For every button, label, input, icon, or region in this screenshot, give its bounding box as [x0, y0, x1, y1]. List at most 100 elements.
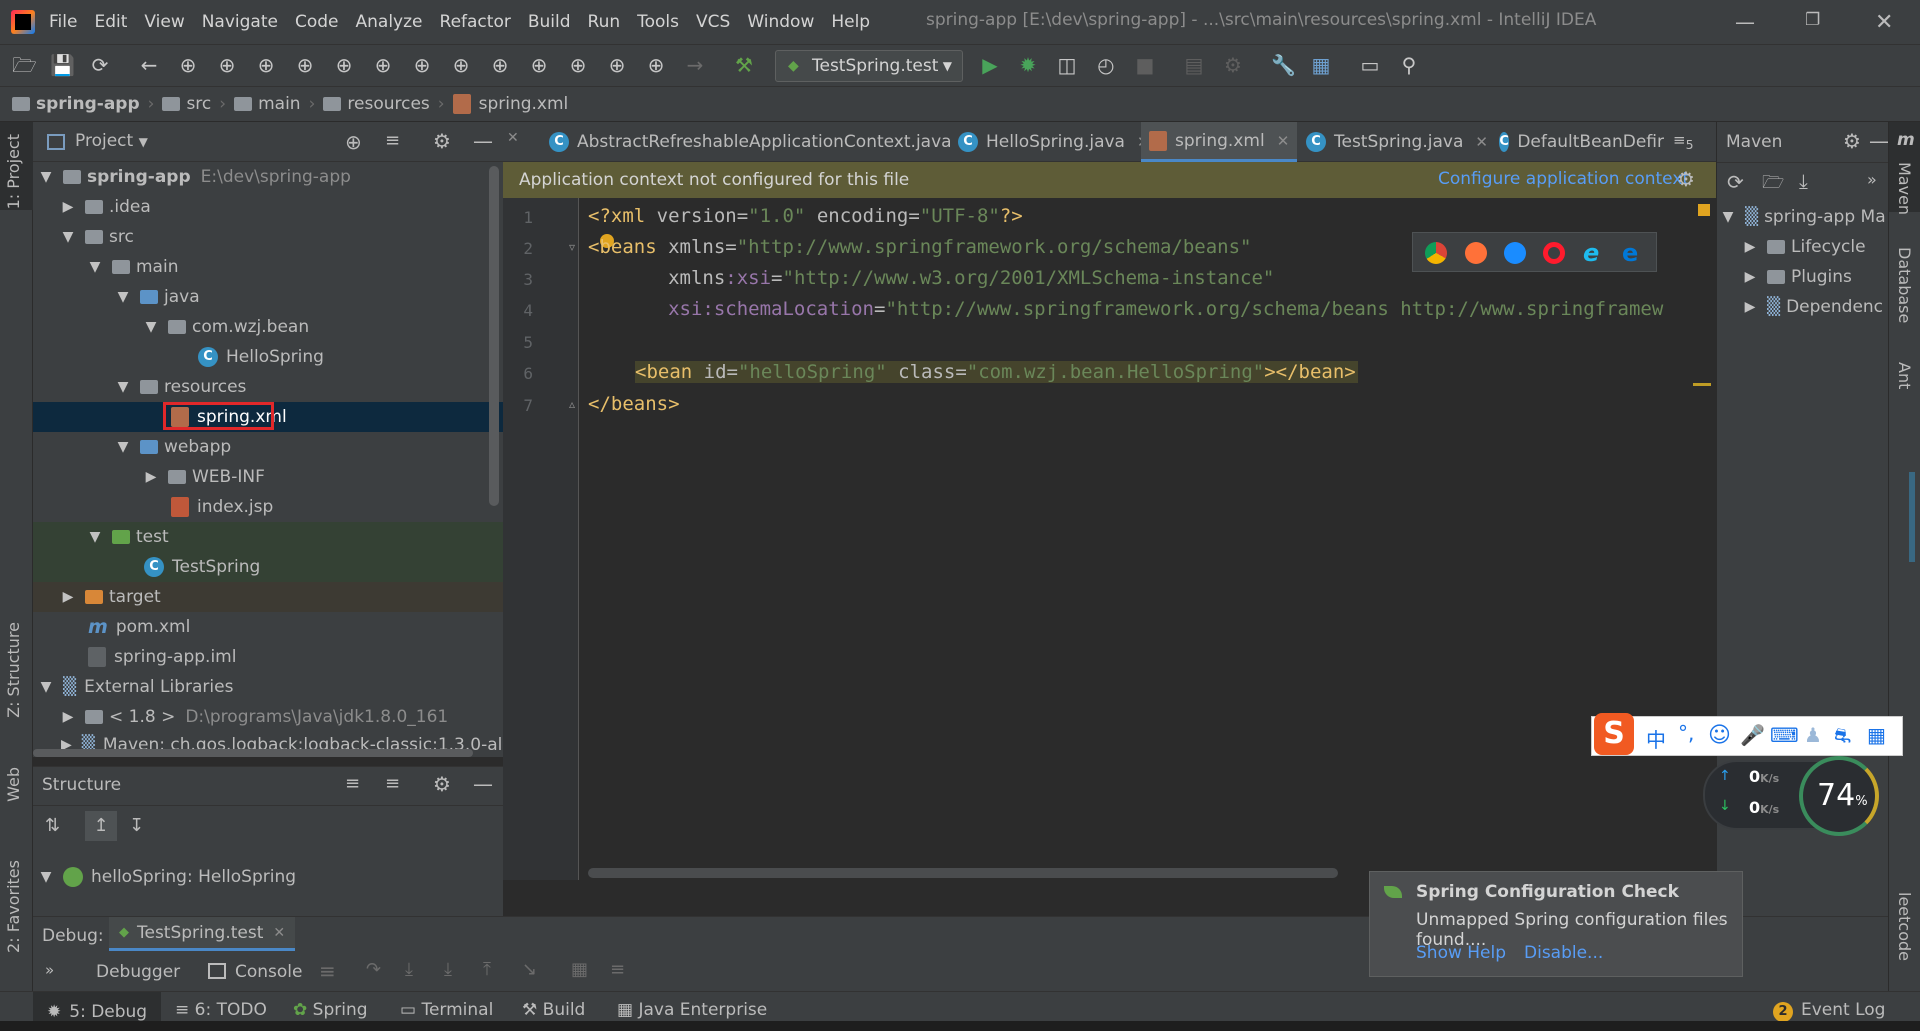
menu-tools[interactable]: Tools — [637, 12, 679, 32]
configure-context-link[interactable]: Configure application context — [1438, 169, 1689, 189]
tree-item-index-jsp[interactable]: index.jsp — [33, 492, 503, 522]
breadcrumb-src[interactable]: src › — [162, 94, 226, 114]
run-icon[interactable]: ▶ — [979, 54, 1001, 76]
microphone-icon[interactable]: 🎤 — [1740, 723, 1765, 747]
close-tab-icon[interactable]: ✕ — [273, 925, 285, 941]
sogou-logo-icon[interactable]: S — [1594, 713, 1634, 755]
close-tab-icon[interactable]: ✕ — [1277, 132, 1290, 150]
tab-web[interactable]: Web — [4, 767, 23, 802]
tree-item-main[interactable]: ▼ main — [33, 252, 503, 282]
skin-shirt-icon[interactable]: ⛐ — [1834, 723, 1851, 750]
zoom-icon[interactable]: ⊕ — [255, 54, 277, 76]
collapse-all-icon[interactable]: ≡ — [385, 130, 400, 151]
reload-icon[interactable]: ⟳ — [1727, 170, 1744, 194]
error-stripe-mark[interactable] — [1693, 383, 1711, 386]
zoom-icon[interactable]: ⊕ — [606, 54, 628, 76]
vertical-scrollbar[interactable] — [489, 166, 499, 506]
tree-item-test[interactable]: ▼ test — [33, 522, 503, 552]
breadcrumb-file[interactable]: spring.xml — [452, 94, 568, 114]
tree-item-spring-app[interactable]: ▼ spring-app E:\dev\spring-app — [33, 162, 503, 192]
event-log[interactable]: 2 Event Log — [1773, 1000, 1885, 1022]
menu-view[interactable]: View — [144, 12, 184, 32]
tree-item-resources[interactable]: ▼ resources — [33, 372, 503, 402]
step-out-icon[interactable]: ⤒ — [483, 959, 491, 980]
search-icon[interactable]: ⚲ — [1398, 54, 1420, 76]
safari-icon[interactable] — [1504, 242, 1526, 264]
sync-icon[interactable]: ⟳ — [89, 54, 111, 76]
tree-item-hellospring[interactable]: C HelloSpring — [33, 342, 503, 372]
gear-icon[interactable]: ⚙ — [1677, 167, 1695, 191]
locate-icon[interactable]: ⊕ — [345, 130, 362, 154]
step-over-icon[interactable]: ↷ — [366, 959, 381, 980]
debug-bug-icon[interactable]: ✹ — [1017, 54, 1039, 76]
zoom-icon[interactable]: ⊕ — [411, 54, 433, 76]
tab-structure[interactable]: Z: Structure — [4, 622, 23, 718]
chevron-down-icon[interactable]: ⌄ — [1714, 910, 1726, 926]
maven-item-lifecycle[interactable]: ▶ Lifecycle — [1717, 232, 1889, 262]
network-speed-widget[interactable]: ↑ 0K/s ↓ 0K/s 74% — [1703, 756, 1879, 836]
terminal-window-icon[interactable]: ▭ — [1359, 54, 1381, 76]
menu-navigate[interactable]: Navigate — [202, 12, 278, 32]
expand-all-icon[interactable]: ≡ — [345, 773, 360, 794]
menu-file[interactable]: File — [49, 12, 77, 32]
hide-panel-icon[interactable]: — — [473, 129, 493, 153]
tree-item-package[interactable]: ▼ com.wzj.bean — [33, 312, 503, 342]
tab-leetcode[interactable]: leetcode — [1895, 892, 1914, 961]
menu-build[interactable]: Build — [528, 12, 571, 32]
breadcrumb-project[interactable]: spring-app › — [12, 94, 154, 114]
minimize-button[interactable]: — — [1735, 10, 1755, 34]
tool-terminal[interactable]: ▭ Terminal — [400, 1000, 493, 1020]
open-folder-icon[interactable]: 🗁 — [12, 54, 37, 76]
tree-item-external-libs[interactable]: ▼ ▒ External Libraries — [33, 672, 503, 702]
fold-icon[interactable]: ▵ — [569, 397, 575, 411]
user-icon[interactable]: ♟ — [1804, 723, 1822, 747]
tool-todo[interactable]: ≡ 6: TODO — [175, 1000, 267, 1020]
horizontal-scrollbar[interactable] — [33, 749, 473, 757]
collapse-all-icon[interactable]: ≡ — [385, 773, 400, 794]
maven-item-dependencies[interactable]: ▶ ▒ Dependenc — [1717, 292, 1889, 322]
autoscroll-icon[interactable]: ↧ — [129, 815, 144, 836]
save-all-icon[interactable]: 💾 — [50, 54, 75, 76]
emoji-icon[interactable]: ☺ — [1708, 723, 1731, 748]
tab-hellospring[interactable]: CHelloSpring.java✕ — [958, 122, 1150, 162]
tab-maven[interactable]: Maven — [1895, 162, 1914, 215]
warning-marker[interactable] — [1698, 204, 1710, 216]
tree-item-target[interactable]: ▶ target — [33, 582, 503, 612]
evaluate-icon[interactable]: ▦ — [571, 959, 588, 980]
stop-icon[interactable]: ■ — [1134, 54, 1156, 76]
tab-defaultbean[interactable]: C DefaultBeanDefir — [1499, 122, 1664, 162]
hide-panel-icon[interactable]: — — [473, 772, 493, 796]
tab-spring-xml[interactable]: spring.xml ✕ — [1141, 122, 1298, 162]
deploy-icon[interactable]: ⚙ — [1222, 54, 1244, 76]
gear-icon[interactable]: ⚙ — [433, 772, 451, 796]
keyboard-icon[interactable]: ⌨ — [1770, 723, 1799, 747]
project-view-select[interactable]: Project ▼ — [75, 131, 148, 151]
project-structure-icon[interactable]: ▦ — [1310, 54, 1332, 76]
fold-icon[interactable]: ▿ — [569, 240, 575, 254]
zoom-icon[interactable]: ⊕ — [567, 54, 589, 76]
tool-java-enterprise[interactable]: ▦ Java Enterprise — [617, 1000, 767, 1020]
menu-vcs[interactable]: VCS — [696, 12, 730, 32]
zoom-icon[interactable]: ⊕ — [645, 54, 667, 76]
menu-icon[interactable]: ≡ — [319, 959, 336, 983]
tab-overflow-button[interactable]: ≡5 — [1673, 131, 1694, 152]
tab-abstract-context[interactable]: C AbstractRefreshableApplicationContext.j… — [549, 122, 976, 162]
restore-button[interactable]: ❐ — [1805, 10, 1820, 30]
tree-item-idea[interactable]: ▶ .idea — [33, 192, 503, 222]
coverage-icon[interactable]: ◫ — [1056, 54, 1078, 76]
attach-icon[interactable]: ▤ — [1183, 54, 1205, 76]
add-maven-project-icon[interactable]: 🗁 — [1762, 170, 1784, 200]
maven-item-project[interactable]: ▼ ▒ spring-app Ma — [1717, 202, 1889, 232]
trace-icon[interactable]: ≡ — [610, 959, 625, 980]
tree-item-java[interactable]: ▼ java — [33, 282, 503, 312]
menu-code[interactable]: Code — [295, 12, 339, 32]
hide-panel-icon[interactable]: — — [1869, 129, 1889, 153]
step-into-icon[interactable]: ⤓ — [405, 959, 413, 980]
firefox-icon[interactable] — [1465, 242, 1487, 264]
menu-refactor[interactable]: Refactor — [440, 12, 511, 32]
console-tab[interactable]: Console — [235, 962, 303, 982]
chrome-icon[interactable] — [1425, 242, 1447, 264]
tab-ant[interactable]: Ant — [1895, 362, 1914, 389]
tree-item-testspring[interactable]: C TestSpring — [33, 552, 503, 582]
sort-icon[interactable]: ⇅ — [45, 815, 60, 836]
